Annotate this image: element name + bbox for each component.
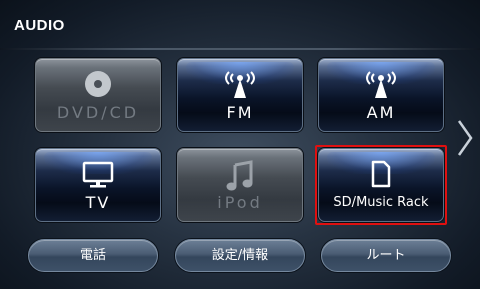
antenna-icon [364,69,398,103]
header-divider [0,48,480,50]
page-title: AUDIO [14,17,65,34]
source-button-ipod[interactable]: iPod [177,148,303,222]
audio-screen: AUDIO DVD/CD FM AM TV iPod SD/Music Rack… [0,0,480,289]
source-button-fm[interactable]: FM [177,58,303,132]
tv-icon [81,159,115,193]
settings-info-button[interactable]: 設定/情報 [175,239,305,272]
phone-button[interactable]: 電話 [28,239,158,272]
source-label: iPod [217,193,263,212]
antenna-icon [223,69,257,103]
source-label: TV [85,193,111,212]
source-label: DVD/CD [56,103,140,122]
route-button[interactable]: ルート [321,239,451,272]
source-button-tv[interactable]: TV [35,148,161,222]
chevron-right-icon[interactable] [456,119,474,161]
music-note-icon [223,159,257,197]
source-label: AM [366,103,396,122]
disc-icon [83,69,113,103]
source-button-dvd-cd[interactable]: DVD/CD [35,58,161,132]
source-button-am[interactable]: AM [318,58,444,132]
source-label: FM [226,103,254,122]
selection-highlight [315,145,447,225]
